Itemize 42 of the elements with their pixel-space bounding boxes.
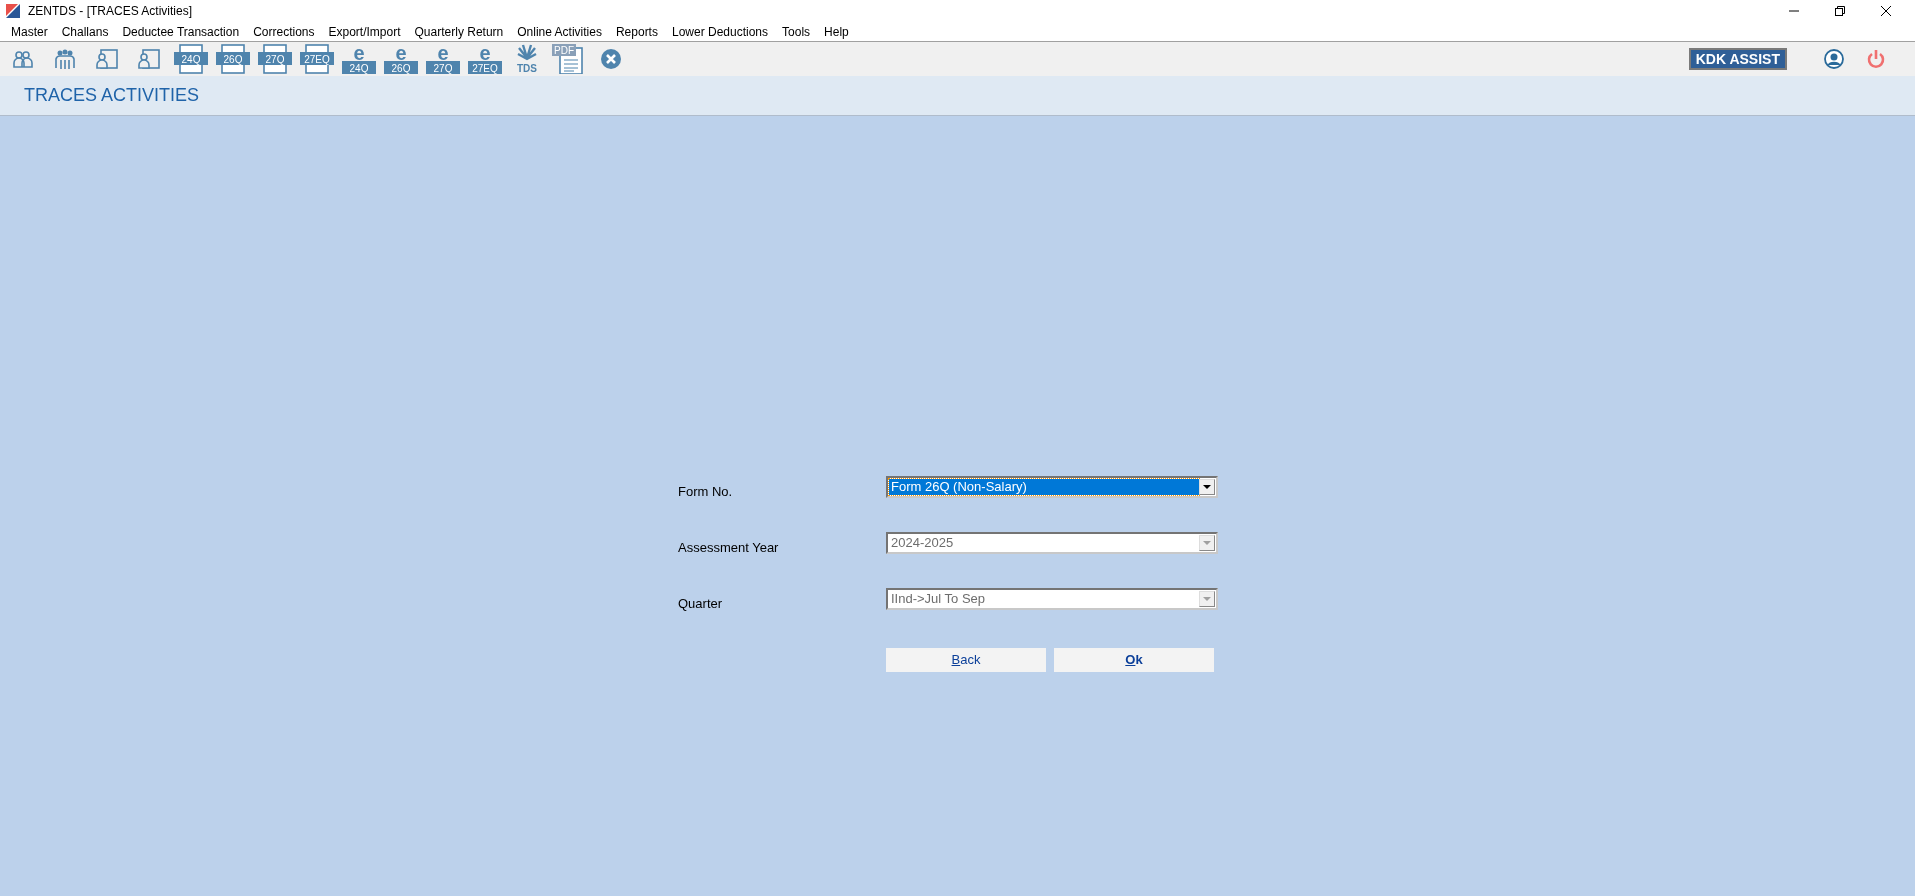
toolbar-button[interactable]: e 24Q [340,42,378,76]
field-label: Assessment Year [677,539,780,557]
dialog-button[interactable]: Ok [1054,648,1214,672]
menu-item[interactable]: Export/Import [321,22,408,41]
restore-icon [1834,5,1846,17]
menu-item[interactable]: Reports [608,22,665,41]
toolbar-button[interactable]: 27Q [256,42,294,76]
toolbar-button[interactable]: 27EQ [298,42,336,76]
user-icon [1824,49,1844,69]
toolbar-button[interactable]: e 26Q [382,42,420,76]
person-card-icon [137,48,161,70]
assist-button[interactable]: KDK ASSIST [1688,48,1787,70]
menu-item[interactable]: Help [817,22,856,41]
dropdown-arrow-icon [1203,485,1211,489]
close-icon [600,48,622,70]
toolbar-button[interactable]: 26Q [214,42,252,76]
menu-item[interactable]: Online Activities [510,22,609,41]
menu-item[interactable]: Deductee Transaction [115,22,247,41]
close-icon [1880,5,1892,17]
toolbar-button[interactable]: e 27Q [424,42,462,76]
power-icon [1866,49,1886,69]
toolbar-button[interactable]: e 27EQ [466,42,504,76]
dropdown-arrow-icon [1203,541,1211,545]
dropdown-arrow-icon [1203,597,1211,601]
menu-item[interactable]: Quarterly Return [407,22,511,41]
app-logo-icon [6,4,20,18]
people-group-icon [53,48,77,70]
person-card-icon [95,48,119,70]
menu-item[interactable]: Master [4,22,55,41]
field-label: Form No. [677,483,734,501]
people-icon [11,48,35,70]
menu-item[interactable]: Lower Deductions [664,22,776,41]
field-label: Quarter [677,595,724,613]
menu-item[interactable]: Challans [54,22,116,41]
dialog-button[interactable]: Back [886,648,1046,672]
toolbar-button[interactable]: 24Q [172,42,210,76]
dropdown-field[interactable]: Form 26Q (Non-Salary) [886,476,1218,498]
menu-item[interactable]: Corrections [246,22,322,41]
toolbar-button[interactable]: TDS [508,42,546,76]
page-title: TRACES ACTIVITIES [24,84,200,107]
menu-item[interactable]: Tools [775,22,818,41]
window-title: ZENTDS - [TRACES Activities] [28,3,194,20]
